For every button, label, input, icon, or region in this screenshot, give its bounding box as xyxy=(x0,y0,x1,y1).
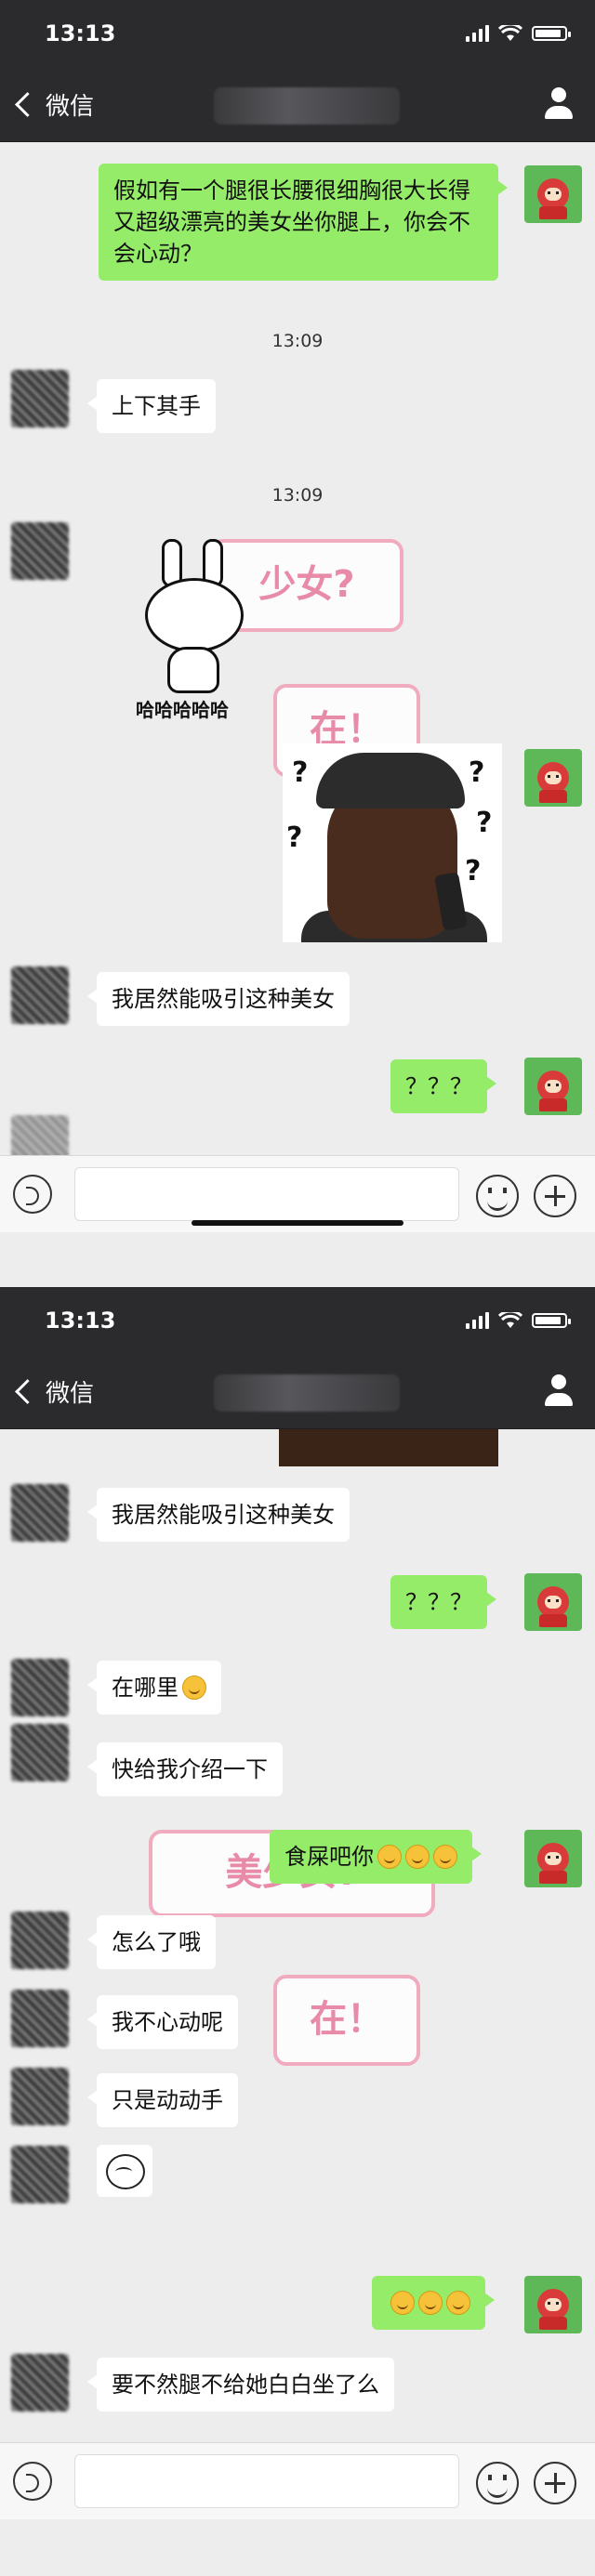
emoji-icon xyxy=(405,1845,430,1869)
chat-screen-1: 13:13 微信 假如有一个腿很长腰很细胸很大长得又超级漂亮的美女坐你腿上，你会… xyxy=(0,0,595,1287)
face-sticker[interactable] xyxy=(97,2145,152,2197)
meme-sticker-partial[interactable] xyxy=(279,1429,498,1466)
avatar-self[interactable] xyxy=(524,165,582,223)
sticker-caption: 哈哈哈哈哈 xyxy=(136,699,229,721)
battery-icon xyxy=(532,26,571,41)
avatar-self[interactable] xyxy=(524,749,582,807)
meme-sticker[interactable]: ? ? ? ? ? xyxy=(283,743,502,942)
avatar-contact[interactable] xyxy=(11,2068,69,2125)
avatar-contact[interactable] xyxy=(11,1659,69,1716)
chat-title-redacted xyxy=(214,1374,400,1412)
voice-icon[interactable] xyxy=(13,1175,52,1214)
avatar-contact[interactable] xyxy=(11,2354,69,2412)
contact-person-icon[interactable] xyxy=(543,1374,575,1412)
emoji-icon xyxy=(446,2291,470,2315)
wifi-icon xyxy=(498,1312,522,1328)
emoji-icon[interactable] xyxy=(476,2462,519,2504)
emoji-icon[interactable] xyxy=(476,1175,519,1217)
back-chevron-icon xyxy=(15,92,40,117)
timestamp: 13:09 xyxy=(271,485,324,506)
avatar-contact[interactable] xyxy=(11,1912,69,1969)
avatar-contact[interactable] xyxy=(11,2146,69,2203)
contact-person-icon[interactable] xyxy=(543,87,575,125)
message-bubble-received[interactable]: 怎么了哦 xyxy=(87,1915,216,1969)
message-bubble-received[interactable]: 快给我介绍一下 xyxy=(87,1742,283,1796)
signal-icon xyxy=(466,1312,489,1329)
nav-bar: 微信 xyxy=(0,71,595,142)
avatar-self[interactable] xyxy=(524,1830,582,1887)
chat-title-redacted xyxy=(214,87,400,125)
avatar-contact[interactable] xyxy=(11,1484,69,1542)
message-bubble-received[interactable]: 在哪里 xyxy=(87,1661,221,1715)
status-time: 13:13 xyxy=(45,20,116,46)
message-input[interactable] xyxy=(74,1167,459,1221)
sticker-card-text: 在！ xyxy=(273,1975,420,2066)
rabbit-sticker[interactable]: 哈哈哈哈哈 xyxy=(136,539,257,725)
voice-icon[interactable] xyxy=(13,2462,52,2501)
avatar-contact[interactable] xyxy=(11,1724,69,1781)
emoji-icon xyxy=(433,1845,457,1869)
message-bubble-received[interactable]: 我不心动呢 xyxy=(87,1995,238,2049)
back-button[interactable]: 微信 xyxy=(13,1374,94,1409)
back-button[interactable]: 微信 xyxy=(13,87,94,122)
input-bar xyxy=(0,2442,595,2519)
message-bubble-received[interactable]: 我居然能吸引这种美女 xyxy=(87,1488,350,1542)
message-bubble-received[interactable]: 要不然腿不给她白白坐了么 xyxy=(87,2358,394,2412)
message-bubble-received[interactable]: 只是动动手 xyxy=(87,2073,238,2127)
status-bar: 13:13 xyxy=(0,1287,595,1358)
avatar-contact[interactable] xyxy=(11,1990,69,2047)
avatar-contact[interactable] xyxy=(11,370,69,427)
emoji-icon xyxy=(377,1845,402,1869)
avatar-self[interactable] xyxy=(524,1058,582,1115)
emoji-icon xyxy=(418,2291,443,2315)
emoji-icon xyxy=(182,1676,206,1700)
avatar-contact[interactable] xyxy=(11,966,69,1024)
status-bar: 13:13 xyxy=(0,0,595,71)
back-chevron-icon xyxy=(15,1379,40,1404)
message-bubble-sent[interactable]: ？？？ xyxy=(390,1575,496,1629)
avatar-self[interactable] xyxy=(524,1573,582,1631)
timestamp: 13:09 xyxy=(271,331,324,351)
chat-screen-2: 13:13 微信 我居然能吸引这种美女 ？？？ 在哪里 快给我介绍一下 美少女?… xyxy=(0,1287,595,2576)
signal-icon xyxy=(466,25,489,42)
back-label: 微信 xyxy=(46,93,95,121)
message-input[interactable] xyxy=(74,2454,459,2508)
message-bubble-received[interactable]: 我居然能吸引这种美女 xyxy=(87,972,350,1026)
message-bubble-received[interactable]: 上下其手 xyxy=(87,379,216,433)
back-label: 微信 xyxy=(46,1380,95,1408)
status-time: 13:13 xyxy=(45,1308,116,1334)
message-bubble-sent[interactable]: ？？？ xyxy=(390,1059,496,1113)
message-text: 食屎吧你 xyxy=(284,1844,374,1870)
battery-icon xyxy=(532,1313,571,1328)
message-bubble-sent[interactable]: 假如有一个腿很长腰很细胸很大长得又超级漂亮的美女坐你腿上，你会不会心动？ xyxy=(99,164,508,281)
plus-icon[interactable] xyxy=(534,1175,576,1217)
avatar-self[interactable] xyxy=(524,2276,582,2333)
avatar-contact[interactable] xyxy=(11,522,69,580)
message-bubble-sent[interactable] xyxy=(372,2276,495,2330)
message-text: 在哪里 xyxy=(112,1675,178,1701)
home-indicator xyxy=(192,1220,403,1226)
plus-icon[interactable] xyxy=(534,2462,576,2504)
nav-bar: 微信 xyxy=(0,1358,595,1429)
wifi-icon xyxy=(498,25,522,41)
message-bubble-sent[interactable]: 食屎吧你 xyxy=(270,1830,482,1884)
emoji-icon xyxy=(390,2291,415,2315)
